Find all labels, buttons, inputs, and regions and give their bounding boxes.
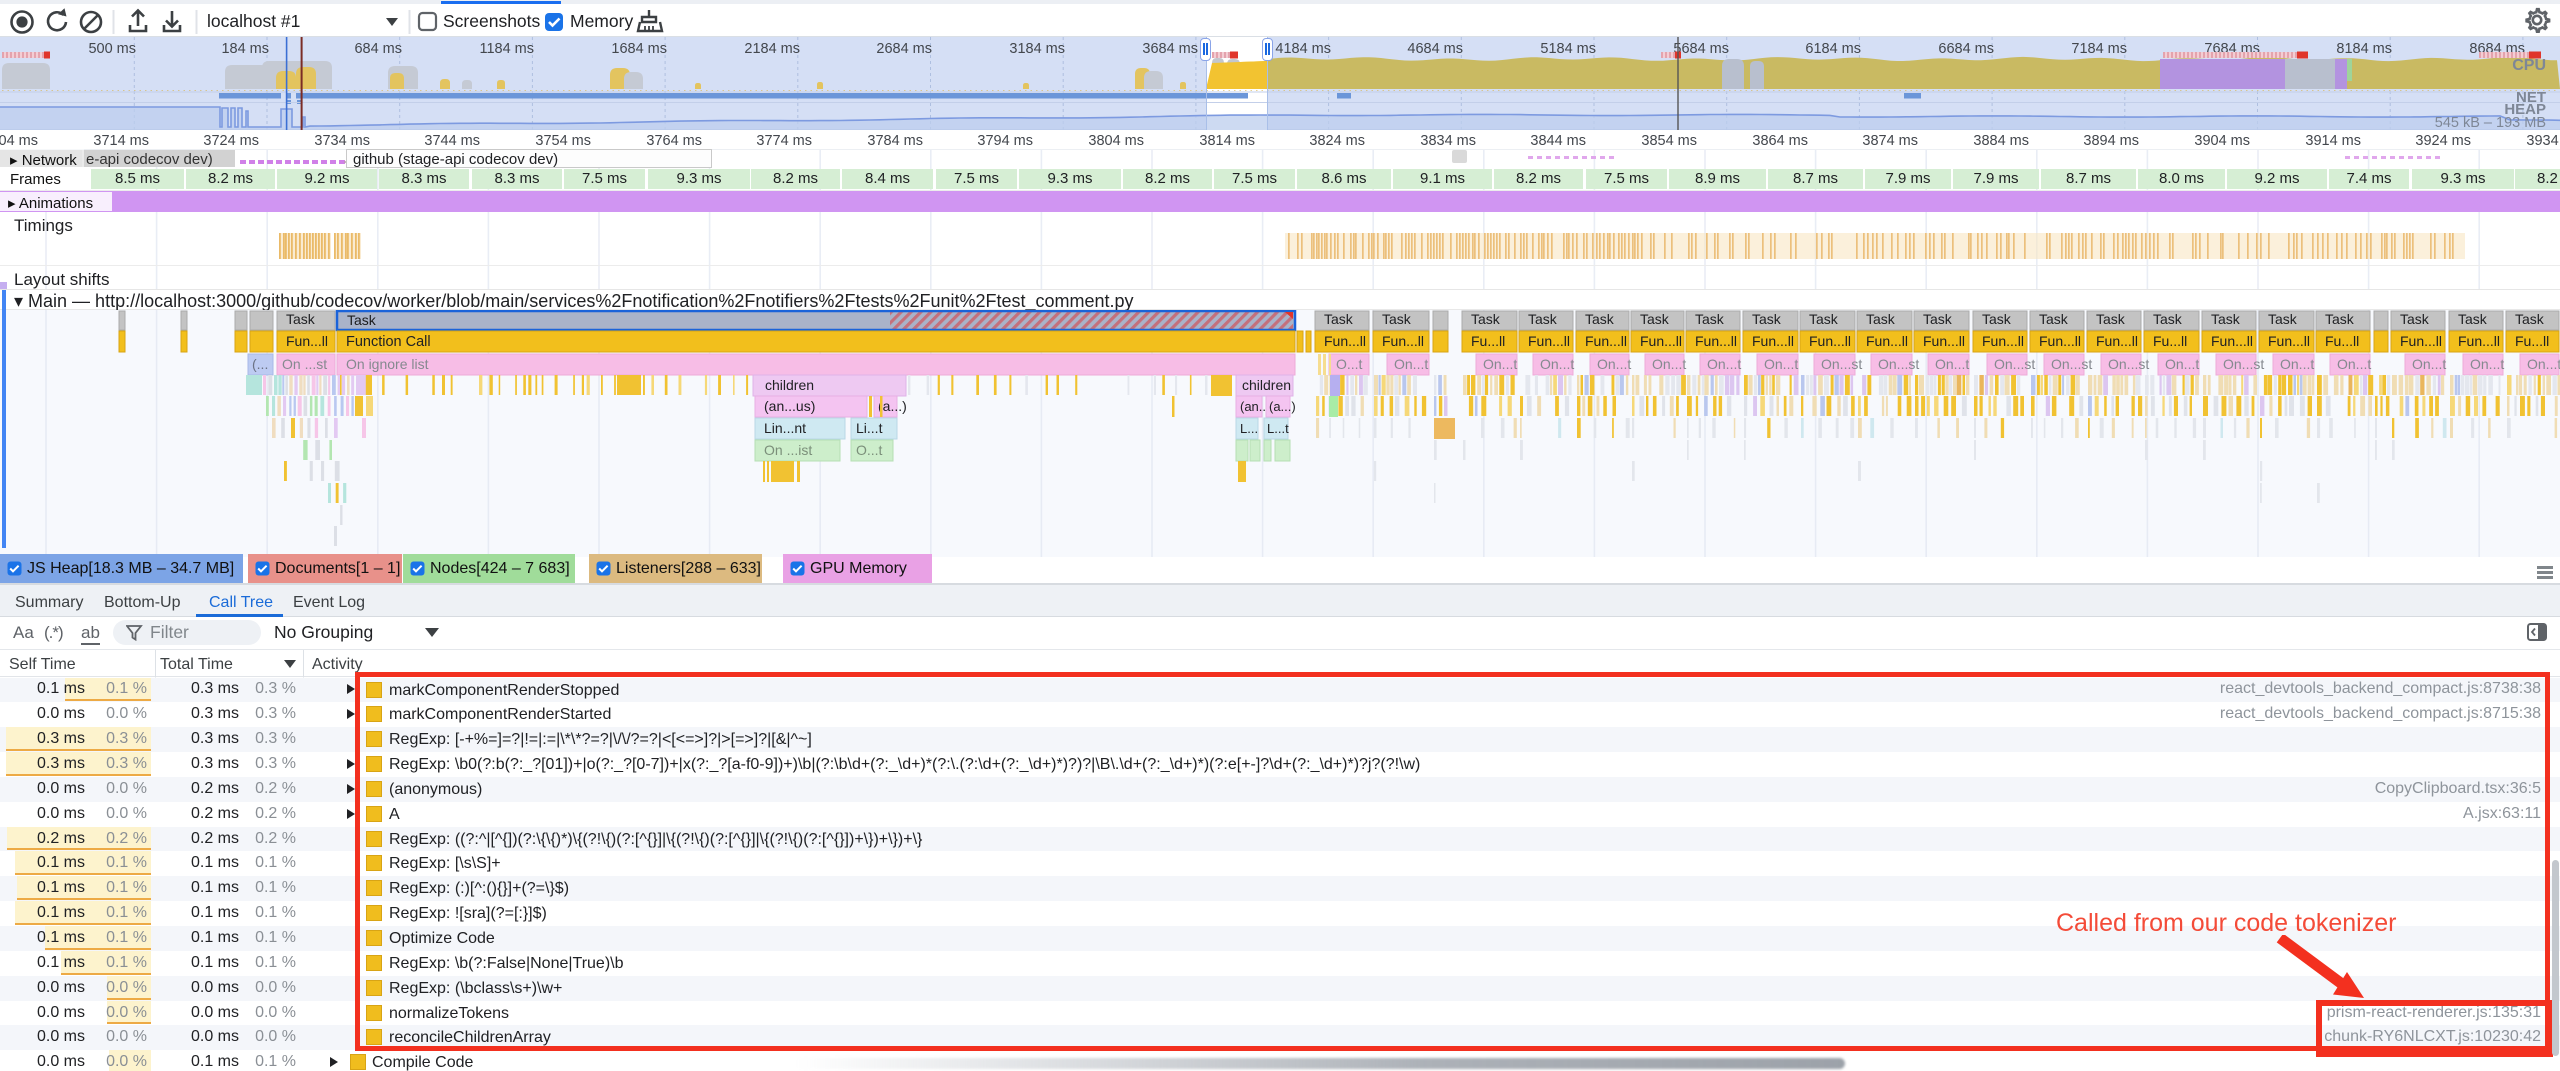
- svg-text:Fun...ll: Fun...ll: [1695, 333, 1737, 349]
- svg-text:Task: Task: [1809, 311, 1839, 327]
- svg-text:On...t: On...t: [1540, 356, 1574, 372]
- svg-text:On...t: On...t: [2165, 356, 2199, 372]
- svg-text:Fu...ll: Fu...ll: [1471, 333, 1505, 349]
- svg-text:Fun...ll: Fun...ll: [2211, 333, 2253, 349]
- svg-text:Task: Task: [1528, 311, 1558, 327]
- svg-text:(an...us): (an...us): [764, 398, 815, 414]
- svg-text:L...t: L...t: [1267, 421, 1289, 436]
- svg-text:On ...st: On ...st: [282, 356, 327, 372]
- svg-text:Task: Task: [2325, 311, 2355, 327]
- svg-text:Task: Task: [1695, 311, 1725, 327]
- svg-text:Fun...ll: Fun...ll: [1640, 333, 1682, 349]
- svg-text:Fu...ll: Fu...ll: [2325, 333, 2359, 349]
- svg-text:children: children: [765, 377, 814, 393]
- svg-text:Function Call: Function Call: [346, 334, 431, 350]
- svg-text:On...t: On...t: [2337, 356, 2371, 372]
- svg-text:Task: Task: [286, 311, 316, 327]
- svg-text:Task: Task: [2515, 311, 2545, 327]
- svg-text:On...t: On...t: [1764, 356, 1798, 372]
- svg-text:Fu...ll: Fu...ll: [2515, 333, 2549, 349]
- svg-text:(an...: (an...: [1240, 399, 1270, 414]
- svg-text:Fun...ll: Fun...ll: [1866, 333, 1908, 349]
- svg-text:Task: Task: [1585, 311, 1615, 327]
- svg-text:Task: Task: [1752, 311, 1782, 327]
- svg-text:Fun...ll: Fun...ll: [1528, 333, 1570, 349]
- svg-text:On...t: On...t: [1597, 356, 1631, 372]
- svg-text:(...: (...: [252, 356, 268, 372]
- svg-text:O...t: O...t: [1336, 356, 1363, 372]
- svg-text:Fun...ll: Fun...ll: [1923, 333, 1965, 349]
- svg-text:Task: Task: [1382, 311, 1412, 327]
- svg-text:Fun...ll: Fun...ll: [2458, 333, 2500, 349]
- svg-text:On...t: On...t: [1394, 356, 1428, 372]
- svg-text:Task: Task: [2039, 311, 2069, 327]
- svg-text:On...t: On...t: [2470, 356, 2504, 372]
- svg-text:Task: Task: [347, 312, 377, 328]
- svg-text:On...st: On...st: [2108, 356, 2149, 372]
- svg-text:On...t: On...t: [1935, 356, 1969, 372]
- svg-text:On ...ist: On ...ist: [764, 442, 812, 458]
- svg-text:Fu...ll: Fu...ll: [2153, 333, 2187, 349]
- svg-text:On...t: On...t: [1707, 356, 1741, 372]
- svg-text:Fun...ll: Fun...ll: [1752, 333, 1794, 349]
- svg-text:Task: Task: [1866, 311, 1896, 327]
- svg-text:(a...): (a...): [1269, 399, 1296, 414]
- svg-text:Task: Task: [1640, 311, 1670, 327]
- svg-text:Task: Task: [1982, 311, 2012, 327]
- svg-text:Task: Task: [1923, 311, 1953, 327]
- svg-text:On...t: On...t: [1652, 356, 1686, 372]
- svg-text:Fun...ll: Fun...ll: [286, 333, 328, 349]
- svg-text:On...st: On...st: [1821, 356, 1862, 372]
- svg-text:On...t: On...t: [2412, 356, 2446, 372]
- svg-text:Fun...ll: Fun...ll: [2096, 333, 2138, 349]
- svg-text:Task: Task: [1471, 311, 1501, 327]
- svg-text:Fun...ll: Fun...ll: [1982, 333, 2024, 349]
- svg-text:On...t: On...t: [2527, 356, 2560, 372]
- svg-text:Fun...ll: Fun...ll: [2039, 333, 2081, 349]
- svg-text:Fun...ll: Fun...ll: [2268, 333, 2310, 349]
- svg-text:Task: Task: [2400, 311, 2430, 327]
- svg-text:On...t: On...t: [2280, 356, 2314, 372]
- svg-text:On...t: On...t: [1483, 356, 1517, 372]
- svg-text:On ignore list: On ignore list: [346, 356, 429, 372]
- svg-text:Task: Task: [2458, 311, 2488, 327]
- svg-text:On...st: On...st: [1994, 356, 2035, 372]
- svg-text:Task: Task: [1324, 311, 1354, 327]
- svg-text:Fun...ll: Fun...ll: [1382, 333, 1424, 349]
- svg-text:Task: Task: [2153, 311, 2183, 327]
- svg-text:children: children: [1242, 377, 1291, 393]
- svg-text:Fun...ll: Fun...ll: [2400, 333, 2442, 349]
- svg-text:Li...t: Li...t: [856, 420, 883, 436]
- svg-text:On...st: On...st: [2051, 356, 2092, 372]
- svg-text:Fun...ll: Fun...ll: [1809, 333, 1851, 349]
- svg-text:O...t: O...t: [856, 442, 883, 458]
- svg-text:Fun...ll: Fun...ll: [1324, 333, 1366, 349]
- svg-text:Fun...ll: Fun...ll: [1585, 333, 1627, 349]
- svg-text:Task: Task: [2096, 311, 2126, 327]
- svg-text:On...st: On...st: [1878, 356, 1919, 372]
- svg-text:L...: L...: [1240, 421, 1258, 436]
- svg-text:On...st: On...st: [2223, 356, 2264, 372]
- svg-text:Task: Task: [2268, 311, 2298, 327]
- svg-text:Lin...nt: Lin...nt: [764, 420, 806, 436]
- svg-text:Task: Task: [2211, 311, 2241, 327]
